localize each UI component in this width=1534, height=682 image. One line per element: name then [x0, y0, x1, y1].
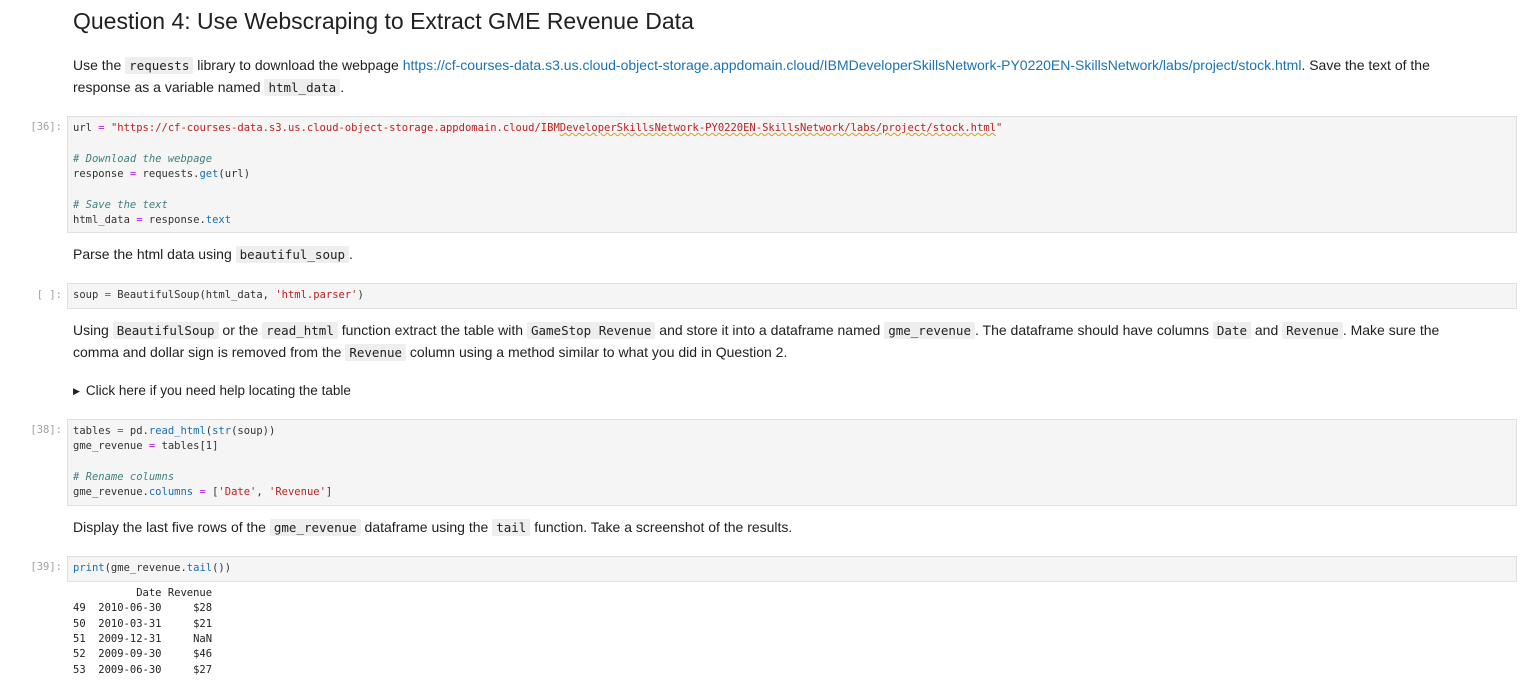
inline-code-beautiful-soup: beautiful_soup	[235, 246, 350, 263]
inline-code-read-html: read_html	[262, 322, 338, 339]
code-line-tables: tables = pd.read_html(str(soup))	[73, 425, 276, 437]
output-row: 53 2009-06-30 $27	[73, 664, 213, 676]
inline-code-revenue-2: Revenue	[345, 344, 407, 361]
help-details-label: Click here if you need help locating the…	[85, 383, 351, 398]
code-cell-soup[interactable]: soup = BeautifulSoup(html_data, 'html.pa…	[67, 283, 1517, 309]
inline-code-date: Date	[1212, 322, 1251, 339]
parse-paragraph: Parse the html data using beautiful_soup…	[73, 246, 353, 263]
intro-text: . Save the text of the	[1301, 57, 1430, 73]
output-row: 51 2009-12-31 NaN	[73, 633, 213, 645]
cell-prompt-soup: [ ]:	[36, 289, 62, 301]
inline-code-revenue: Revenue	[1282, 322, 1343, 339]
code-line-response: response = requests.get(url)	[73, 168, 251, 180]
cell-prompt-36: [36]:	[30, 121, 62, 133]
code-line-print: print(gme_revenue.tail())	[73, 562, 232, 574]
question-heading: Question 4: Use Webscraping to Extract G…	[73, 8, 694, 34]
inline-code-gamestop-revenue: GameStop Revenue	[526, 322, 656, 339]
intro-text: library to download the webpage	[193, 57, 403, 73]
output-row: 49 2010-06-30 $28	[73, 602, 213, 614]
code-cell-read-html[interactable]: tables = pd.read_html(str(soup)) gme_rev…	[67, 419, 1517, 506]
code-comment-rename: # Rename columns	[73, 471, 175, 483]
cell-prompt-38: [38]:	[30, 424, 62, 436]
code-line-html-data: html_data = response.text	[73, 214, 232, 226]
output-row: 52 2009-09-30 $46	[73, 648, 213, 660]
using-paragraph-line1: Using BeautifulSoup or the read_html fun…	[73, 322, 1440, 339]
display-paragraph: Display the last five rows of the gme_re…	[73, 519, 793, 536]
intro-text: Use the	[73, 57, 126, 73]
intro-paragraph-line2: response as a variable named html_data.	[73, 76, 344, 99]
inline-code-requests: requests	[125, 57, 194, 74]
code-comment-save: # Save the text	[73, 199, 168, 211]
code-line-soup: soup = BeautifulSoup(html_data, 'html.pa…	[73, 289, 364, 301]
inline-code-gme-revenue-2: gme_revenue	[269, 519, 361, 536]
using-paragraph-line2: comma and dollar sign is removed from th…	[73, 344, 788, 361]
code-comment-download: # Download the webpage	[73, 153, 213, 165]
output-header: Date Revenue	[73, 587, 213, 599]
code-line-url: url = "https://cf-courses-data.s3.us.clo…	[73, 122, 1003, 134]
inline-code-beautifulsoup: BeautifulSoup	[112, 322, 219, 339]
inline-code-gme-revenue: gme_revenue	[884, 322, 975, 339]
output-row: 50 2010-03-31 $21	[73, 618, 213, 630]
code-cell-download[interactable]: url = "https://cf-courses-data.s3.us.clo…	[67, 116, 1517, 233]
inline-code-tail: tail	[492, 519, 531, 536]
stock-page-link[interactable]: https://cf-courses-data.s3.us.cloud-obje…	[403, 57, 1302, 73]
disclosure-triangle-icon: ▶	[73, 386, 80, 396]
cell-prompt-39: [39]:	[30, 561, 62, 573]
code-line-columns: gme_revenue.columns = ['Date', 'Revenue'…	[73, 486, 333, 498]
code-line-gme-revenue: gme_revenue = tables[1]	[73, 440, 219, 452]
intro-paragraph-line1: Use the requests library to download the…	[73, 54, 1430, 77]
code-cell-print-tail[interactable]: print(gme_revenue.tail())	[67, 556, 1517, 582]
help-details-toggle[interactable]: ▶ Click here if you need help locating th…	[73, 380, 351, 403]
inline-code-html-data: html_data	[264, 79, 341, 96]
intro-text: response as a variable named	[73, 79, 265, 95]
intro-text: .	[340, 79, 345, 95]
